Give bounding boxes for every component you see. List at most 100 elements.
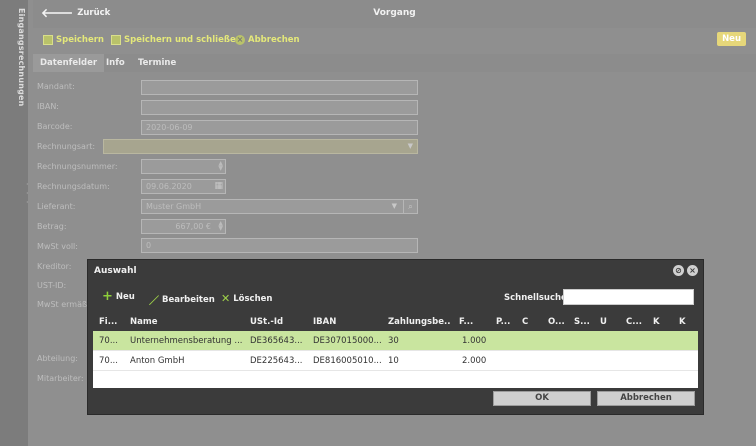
- rechnungsart-label: Rechnungsart:: [37, 142, 96, 151]
- cell-zahlungsbedingung: 10: [388, 356, 399, 366]
- cell-f: 1.000: [462, 336, 487, 346]
- tab-termine[interactable]: Termine: [131, 54, 183, 72]
- dialog-footer: OK Abbrechen: [88, 386, 703, 414]
- delete-button[interactable]: ✕ Löschen: [221, 292, 272, 305]
- cell-iban: DE816005010...: [313, 356, 382, 366]
- cancel-button[interactable]: × Abbrechen: [235, 35, 300, 45]
- column-header[interactable]: Zahlungsbe...: [388, 317, 450, 327]
- cell-name: Anton GmbH: [130, 356, 185, 366]
- kreditor-label: Kreditor:: [37, 262, 72, 271]
- rechnungsart-select[interactable]: ▼: [103, 139, 418, 154]
- betrag-stepper[interactable]: 667,00 € ▲ ▼: [141, 219, 226, 234]
- rail-label[interactable]: Eingangsrechnungen: [2, 8, 26, 128]
- column-header[interactable]: P...: [496, 317, 514, 327]
- column-header[interactable]: C: [522, 317, 534, 327]
- back-button[interactable]: 🡐 Zurück: [41, 6, 111, 20]
- mwst-voll-value: 0: [146, 241, 152, 250]
- betrag-label: Betrag:: [37, 222, 67, 231]
- pencil-icon: ／: [149, 296, 159, 307]
- ust-id-label: UST-ID:: [37, 281, 67, 290]
- resize-handle[interactable]: · · ·: [26, 180, 32, 240]
- calendar-icon[interactable]: ▦: [214, 181, 223, 191]
- edit-label: Bearbeiten: [162, 294, 215, 305]
- search-icon[interactable]: ⌕: [403, 200, 417, 213]
- quicksearch-label: Schnellsuche: [504, 293, 567, 303]
- rechnungsdatum-value: 09.06.2020: [146, 182, 192, 191]
- cell-fi: 70...: [99, 356, 118, 366]
- new-button[interactable]: Neu: [717, 32, 746, 46]
- dialog-cancel-button[interactable]: Abbrechen: [597, 391, 695, 406]
- toolbar: Speichern Speichern und schließen × Abbr…: [33, 28, 756, 52]
- mandant-label: Mandant:: [37, 82, 75, 91]
- tab-datenfelder[interactable]: Datenfelder: [33, 54, 105, 72]
- close-icon[interactable]: ×: [687, 265, 698, 276]
- rechnungsdatum-field[interactable]: 09.06.2020 ▦: [141, 179, 226, 194]
- close-icon: ×: [235, 35, 245, 45]
- stepper-icon[interactable]: ▲ ▼: [218, 221, 223, 232]
- tab-info[interactable]: Info: [99, 54, 132, 72]
- rechnungsnummer-stepper[interactable]: ▲ ▼: [141, 159, 226, 174]
- column-header[interactable]: Name: [130, 317, 240, 327]
- mandant-field[interactable]: [141, 80, 418, 95]
- back-label: Zurück: [77, 8, 111, 18]
- save-label: Speichern: [56, 35, 104, 45]
- lieferant-select[interactable]: Muster GmbH ▼ ⌕: [141, 199, 418, 214]
- quicksearch-input[interactable]: [563, 289, 694, 305]
- tab-bar: Datenfelder Info Termine: [33, 54, 756, 72]
- page-title: Vorgang: [373, 8, 416, 18]
- cell-ustid: DE225643...: [250, 356, 303, 366]
- betrag-value: 667,00 €: [175, 222, 211, 231]
- column-header[interactable]: S...: [574, 317, 592, 327]
- cell-ustid: DE365643...: [250, 336, 303, 346]
- column-header[interactable]: Fi...: [99, 317, 119, 327]
- edit-button[interactable]: ／ Bearbeiten: [149, 292, 215, 308]
- barcode-label: Barcode:: [37, 122, 73, 131]
- save-icon: [111, 35, 121, 45]
- arrow-left-icon: 🡐: [41, 6, 74, 20]
- cancel-label: Abbrechen: [248, 35, 300, 45]
- side-rail: Eingangsrechnungen: [0, 0, 28, 446]
- new-entry-label: Neu: [115, 292, 135, 302]
- mwst-voll-field[interactable]: 0: [141, 238, 418, 253]
- chevron-down-icon[interactable]: ▼: [392, 202, 397, 210]
- cell-iban: DE307015000...: [313, 336, 382, 346]
- save-icon: [43, 35, 53, 45]
- abteilung-label: Abteilung:: [37, 354, 78, 363]
- barcode-field[interactable]: 2020-06-09: [141, 120, 418, 135]
- column-header[interactable]: C...: [626, 317, 644, 327]
- mwst-voll-label: MwSt voll:: [37, 242, 78, 251]
- chevron-down-icon: ▼: [407, 142, 413, 150]
- delete-label: Löschen: [233, 293, 273, 304]
- table-row[interactable]: 70... Anton GmbH DE225643... DE816005010…: [93, 351, 698, 371]
- mitarbeiter-label: Mitarbeiter:: [37, 374, 84, 383]
- table-row[interactable]: 70... Unternehmensberatung ... DE365643.…: [93, 331, 698, 351]
- column-header[interactable]: K: [653, 317, 665, 327]
- selection-dialog: Auswahl ⊘ × + Neu ／ Bearbeiten ✕ Löschen…: [87, 259, 704, 415]
- plus-icon: +: [102, 289, 113, 304]
- rechnungsnummer-label: Rechnungsnummer:: [37, 162, 118, 171]
- delete-icon: ✕: [221, 292, 231, 305]
- cell-zahlungsbedingung: 30: [388, 336, 399, 346]
- stepper-icon[interactable]: ▲ ▼: [218, 161, 223, 172]
- dialog-title: Auswahl: [94, 266, 137, 276]
- column-header[interactable]: U: [600, 317, 612, 327]
- iban-label: IBAN:: [37, 102, 59, 111]
- save-close-button[interactable]: Speichern und schließen: [111, 35, 242, 45]
- save-button[interactable]: Speichern: [43, 35, 104, 45]
- barcode-value: 2020-06-09: [146, 123, 193, 132]
- cell-fi: 70...: [99, 336, 118, 346]
- column-header[interactable]: K: [679, 317, 691, 327]
- column-header[interactable]: F...: [459, 317, 485, 327]
- save-close-label: Speichern und schließen: [124, 35, 242, 45]
- selection-table: Fi... Name USt.-Id IBAN Zahlungsbe... F.…: [93, 312, 698, 388]
- column-header[interactable]: USt.-Id: [250, 317, 310, 327]
- column-header[interactable]: IBAN: [313, 317, 383, 327]
- new-entry-button[interactable]: + Neu: [102, 289, 135, 304]
- mwst-erm-label: MwSt ermäß: [37, 300, 88, 309]
- lieferant-label: Lieferant:: [37, 202, 76, 211]
- cell-name: Unternehmensberatung ...: [130, 336, 242, 346]
- column-header[interactable]: O...: [548, 317, 566, 327]
- iban-field[interactable]: [141, 100, 418, 115]
- ok-button[interactable]: OK: [493, 391, 591, 406]
- minimize-icon[interactable]: ⊘: [673, 265, 684, 276]
